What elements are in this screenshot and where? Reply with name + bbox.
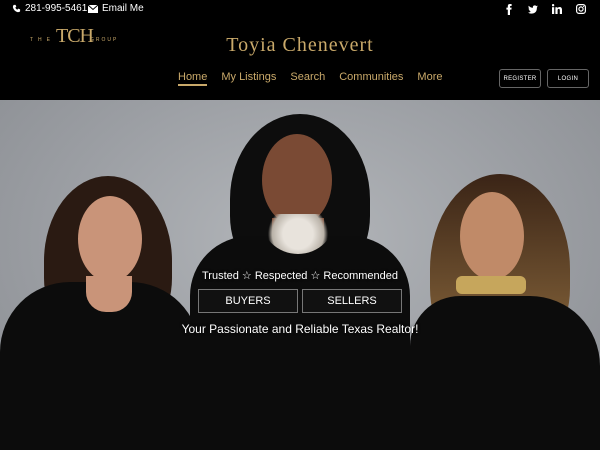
facebook-icon[interactable] [504,3,514,15]
site-header: THE TCH GROUP Toyia Chenevert Home My Li… [0,20,600,108]
hero-subline: Your Passionate and Reliable Texas Realt… [181,322,419,336]
nav-more[interactable]: More [417,71,442,86]
envelope-icon [88,4,98,13]
buyers-button[interactable]: BUYERS [198,289,298,313]
email-label: Email Me [102,3,144,14]
linkedin-icon[interactable] [552,3,562,15]
main-nav: Home My Listings Search Communities More [178,71,442,86]
nav-my-listings[interactable]: My Listings [221,71,276,86]
sellers-button[interactable]: SELLERS [302,289,402,313]
nav-search[interactable]: Search [290,71,325,86]
site-title[interactable]: Toyia Chenevert [0,34,600,57]
nav-communities[interactable]: Communities [339,71,403,86]
phone-icon [12,4,21,13]
email-link[interactable]: Email Me [88,3,144,14]
social-links [504,3,586,15]
instagram-icon[interactable] [576,3,586,15]
phone-number: 281-995-5461 [25,3,88,14]
phone-link[interactable]: 281-995-5461 [12,3,87,14]
login-button[interactable]: LOGIN [547,69,589,88]
twitter-icon[interactable] [528,3,538,15]
register-button[interactable]: REGISTER [499,69,541,88]
nav-home[interactable]: Home [178,71,208,86]
hero-tagline: Trusted ☆ Respected ☆ Recommended [201,270,398,282]
top-contact-bar: 281-995-5461 Email Me [0,0,600,20]
hero-banner: Trusted ☆ Respected ☆ Recommended BUYERS… [0,100,600,450]
